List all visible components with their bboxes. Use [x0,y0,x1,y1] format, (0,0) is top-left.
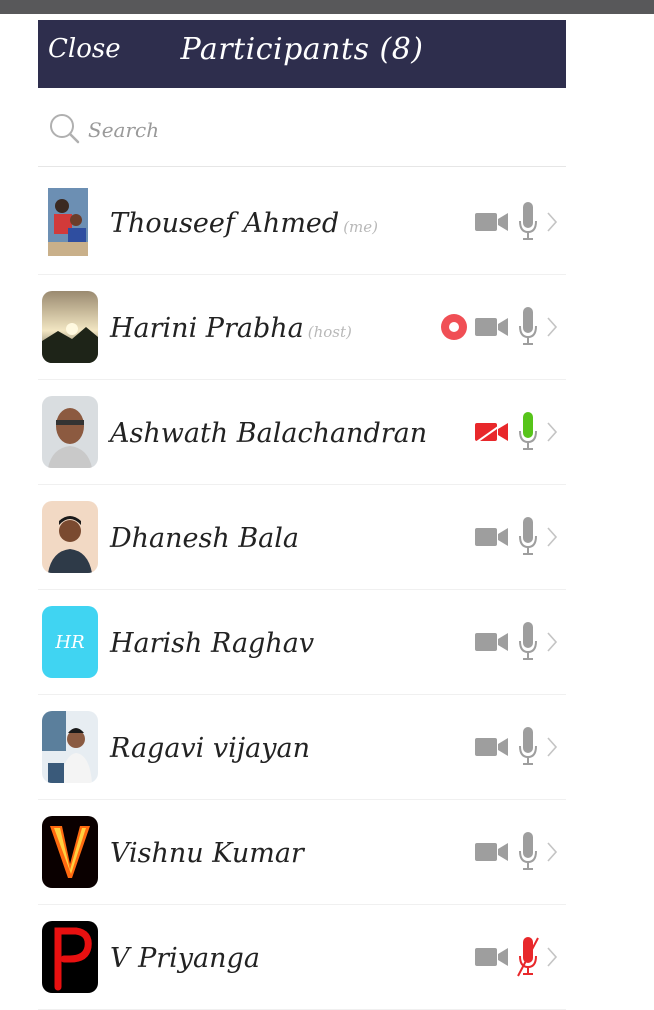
participant-name-text: Vishnu Kumar [110,838,304,869]
search-icon [50,114,80,144]
avatar [42,921,98,993]
status-strip [0,0,654,14]
chevron-right-icon[interactable] [546,631,558,653]
avatar [42,711,98,783]
video-camera-icon[interactable] [474,525,510,549]
participant-name-text: Harini Prabha [110,313,304,344]
participant-name-text: V Priyanga [110,943,260,974]
avatar [42,186,98,258]
header-bar: Close Participants (8) [38,20,566,88]
participant-status-icons [474,200,558,244]
search-input[interactable] [86,114,530,146]
chevron-right-icon[interactable] [546,946,558,968]
participant-status-icons [474,515,558,559]
microphone-icon[interactable] [516,831,540,873]
avatar: HR [42,606,98,678]
participant-name: V Priyanga [110,943,260,974]
participant-row[interactable]: HR Harish Raghav [38,590,566,695]
participant-status-icons [474,410,558,454]
chevron-right-icon[interactable] [546,421,558,443]
participant-status-icons [474,725,558,769]
page-title: Participants (8) [180,32,424,67]
chevron-right-icon[interactable] [546,211,558,233]
microphone-icon[interactable] [516,726,540,768]
video-camera-icon[interactable] [474,210,510,234]
video-off-icon[interactable] [474,420,510,444]
participant-status-icons [474,935,558,979]
video-camera-icon[interactable] [474,840,510,864]
participant-status-icons [474,620,558,664]
participant-name: Ashwath Balachandran [110,418,427,449]
microphone-icon[interactable] [516,621,540,663]
microphone-muted-icon[interactable] [516,936,540,978]
participant-name-text: Ragavi vijayan [110,733,310,764]
participant-name: Ragavi vijayan [110,733,310,764]
avatar-initials: HR [55,631,85,653]
chevron-right-icon[interactable] [546,316,558,338]
microphone-icon[interactable] [516,516,540,558]
participant-name-text: Thouseef Ahmed [110,208,340,239]
search-bar [38,92,566,167]
chevron-right-icon[interactable] [546,736,558,758]
participant-name: Harish Raghav [110,628,314,659]
participant-status-icons [440,305,558,349]
video-camera-icon[interactable] [474,315,510,339]
microphone-icon[interactable] [516,201,540,243]
participant-role-tag: (me) [343,218,378,236]
video-camera-icon[interactable] [474,735,510,759]
avatar [42,816,98,888]
chevron-right-icon[interactable] [546,841,558,863]
participant-name: Vishnu Kumar [110,838,304,869]
participant-name-text: Ashwath Balachandran [110,418,428,449]
participant-row[interactable]: Thouseef Ahmed (me) [38,170,566,275]
participant-row[interactable]: Ragavi vijayan [38,695,566,800]
avatar [42,396,98,468]
participant-row[interactable]: V Priyanga [38,905,566,1010]
participant-name-text: Dhanesh Bala [110,523,299,554]
avatar [42,291,98,363]
avatar [42,501,98,573]
participant-row[interactable]: Vishnu Kumar [38,800,566,905]
chevron-right-icon[interactable] [546,526,558,548]
participant-name: Dhanesh Bala [110,523,299,554]
video-camera-icon[interactable] [474,630,510,654]
participant-role-tag: (host) [307,323,352,341]
participant-name: Harini Prabha (host) [110,313,352,344]
video-camera-icon[interactable] [474,945,510,969]
participant-row[interactable]: Harini Prabha (host) [38,275,566,380]
microphone-active-icon[interactable] [516,411,540,453]
recording-icon [441,314,467,340]
participant-status-icons [474,830,558,874]
participant-name-text: Harish Raghav [110,628,315,659]
microphone-icon[interactable] [516,306,540,348]
participant-row[interactable]: Dhanesh Bala [38,485,566,590]
participant-name: Thouseef Ahmed (me) [110,208,378,239]
participant-row[interactable]: Ashwath Balachandran [38,380,566,485]
participant-list: Thouseef Ahmed (me) Harini Prabha (host) Ash… [38,170,566,1010]
